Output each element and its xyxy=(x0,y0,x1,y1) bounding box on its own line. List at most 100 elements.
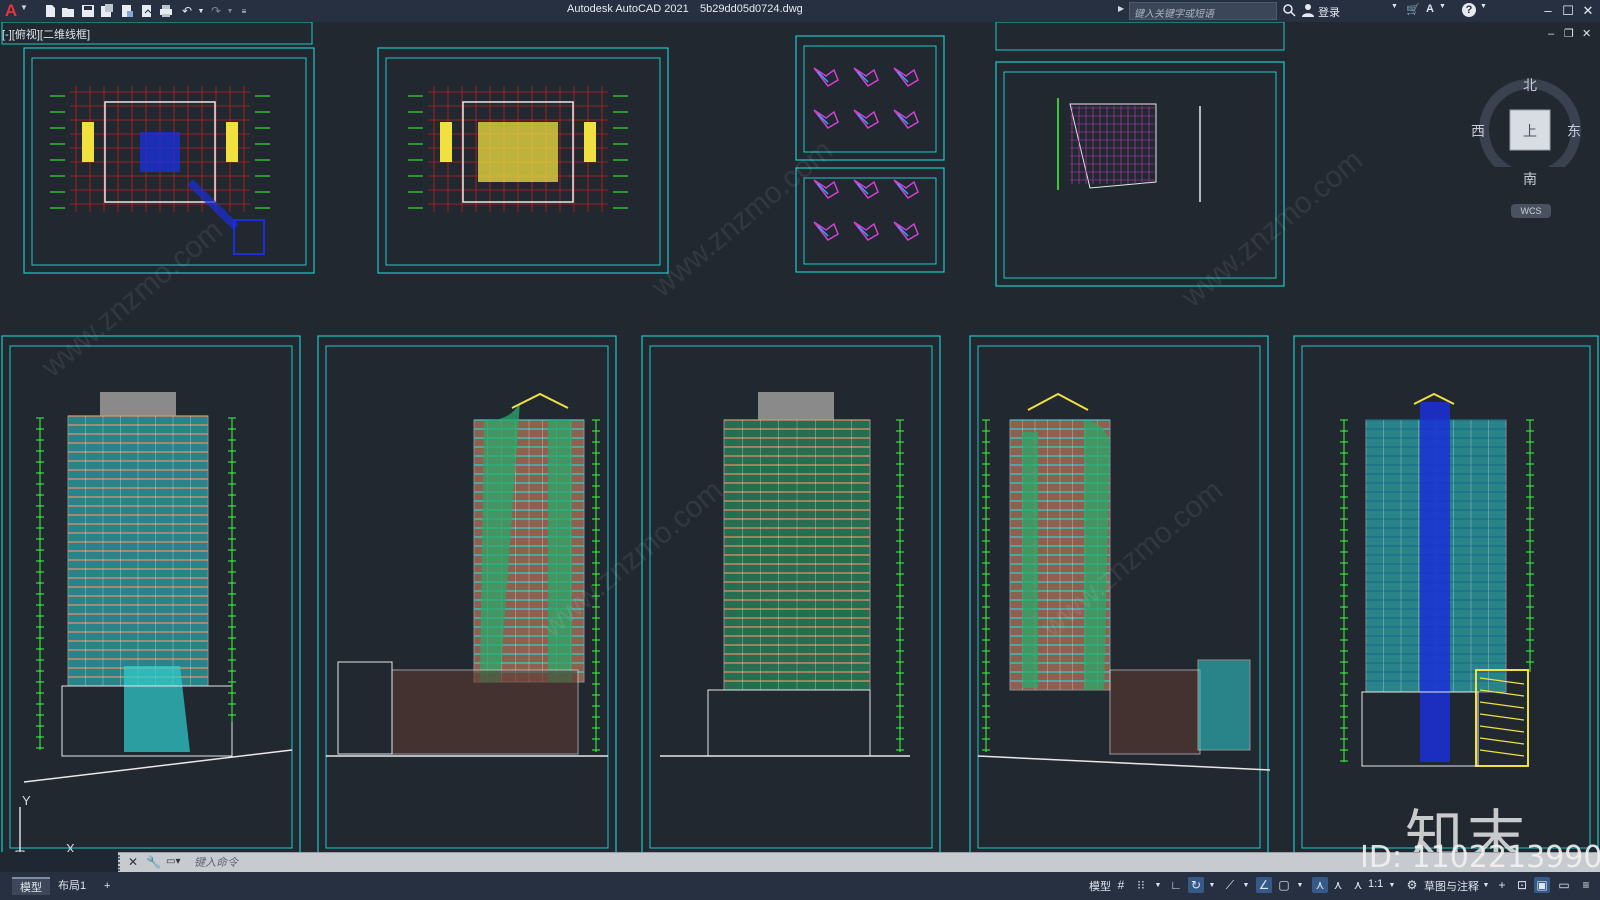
grid-icon[interactable]: # xyxy=(1113,877,1129,893)
ortho-icon[interactable]: ∟ xyxy=(1168,877,1184,893)
annotation-monitor-icon[interactable]: + xyxy=(1494,877,1510,893)
object-snap-dropdown-icon[interactable]: ▼ xyxy=(1292,877,1308,893)
customize-toolbar-icon[interactable]: ≡ xyxy=(236,3,252,19)
stair-line xyxy=(1479,701,1525,709)
drawing-area[interactable]: [-][俯视][二维线框] – ❐ ✕ www.znzmo.com www.zn… xyxy=(0,22,1600,852)
quick-properties-icon[interactable]: ▣ xyxy=(1534,877,1550,893)
detail-drawing xyxy=(813,67,839,87)
detail-drawing xyxy=(813,221,839,241)
detail-drawing xyxy=(853,109,879,129)
autodesk-account-icon[interactable]: A xyxy=(1426,3,1434,15)
recent-commands-icon[interactable]: ▭▾ xyxy=(166,856,180,867)
plot-icon[interactable] xyxy=(158,3,174,19)
minimize-button[interactable]: – xyxy=(1538,1,1558,21)
viewcube-top-face[interactable]: 上 xyxy=(1523,121,1537,141)
autodesk-app-store-icon[interactable]: 🛒 xyxy=(1406,3,1420,16)
save-as-icon[interactable] xyxy=(99,3,115,19)
detail-drawing xyxy=(893,179,919,199)
undo-dropdown-icon[interactable]: ▼ xyxy=(193,3,209,19)
ucs-icon: Y X xyxy=(10,793,80,852)
snap-dropdown-icon[interactable]: ▼ xyxy=(1150,877,1166,893)
object-snap-icon[interactable]: ▢ xyxy=(1276,877,1292,893)
open-from-web-icon[interactable] xyxy=(119,3,135,19)
snap-mode-icon[interactable]: ⁝⁝ xyxy=(1133,877,1149,893)
plan-core xyxy=(478,122,558,182)
open-file-icon[interactable] xyxy=(60,3,76,19)
new-file-icon[interactable] xyxy=(42,3,58,19)
command-close-icon[interactable]: ✕ xyxy=(128,855,138,869)
ground-line xyxy=(23,749,293,783)
drawing-sheets xyxy=(1,22,1599,852)
doc-minimize-button[interactable]: – xyxy=(1548,28,1554,40)
workspace-switch[interactable]: 草图与注释 xyxy=(1424,878,1479,894)
isodraft-icon[interactable]: ⟋ xyxy=(1222,877,1238,893)
clean-screen-icon[interactable]: ▭ xyxy=(1556,877,1572,893)
polar-tracking-icon[interactable]: ↻ xyxy=(1188,877,1204,893)
detail-drawing xyxy=(893,221,919,241)
viewport-controls[interactable]: [-][俯视][二维线框] xyxy=(2,26,90,42)
detail-drawing xyxy=(893,67,919,87)
maximize-button[interactable]: ☐ xyxy=(1558,1,1578,21)
save-icon[interactable] xyxy=(80,3,96,19)
workspace-dropdown-icon[interactable]: ▼ xyxy=(1478,877,1494,893)
units-icon[interactable]: ⊡ xyxy=(1514,877,1530,893)
annotation-scale-value[interactable]: 1:1 xyxy=(1368,878,1383,890)
sign-in-dropdown-icon[interactable]: ▼ xyxy=(1391,3,1398,10)
command-customize-icon[interactable]: 🔧 xyxy=(146,855,161,869)
drawing-sheet-frame xyxy=(795,35,945,161)
roof-structure xyxy=(758,392,834,420)
polar-dropdown-icon[interactable]: ▼ xyxy=(1204,877,1220,893)
annotation-scale-icon[interactable]: ⋏ xyxy=(1350,877,1366,893)
title-bar: A ▼ ↶ ▼ ↷ ▼ ≡ Autodesk AutoCAD 2021 5b29… xyxy=(0,0,1600,22)
stair-line xyxy=(1479,713,1525,721)
workspace-gear-icon[interactable]: ⚙ xyxy=(1404,877,1420,893)
drawing-sheet-frame xyxy=(995,22,1285,51)
wcs-menu-button[interactable]: WCS xyxy=(1511,204,1551,218)
add-layout-button[interactable]: + xyxy=(96,877,118,895)
model-space-toggle[interactable]: 模型 xyxy=(1089,878,1111,894)
podium-main xyxy=(391,669,579,755)
user-icon[interactable] xyxy=(1302,3,1314,17)
save-to-web-icon[interactable] xyxy=(139,3,155,19)
object-snap-tracking-icon[interactable]: ∠ xyxy=(1256,877,1272,893)
plan-ramp xyxy=(187,179,239,230)
view-cube[interactable]: 北 南 东 西 上 WCS xyxy=(1471,57,1585,218)
help-icon[interactable]: ? xyxy=(1462,3,1476,17)
search-expand-icon[interactable]: ▶ xyxy=(1118,4,1124,13)
roof-crown xyxy=(1027,392,1089,411)
account-dropdown-icon[interactable]: ▼ xyxy=(1439,3,1446,10)
tower-blue-core xyxy=(1420,402,1450,762)
detail-drawing xyxy=(813,109,839,129)
viewcube-north[interactable]: 北 xyxy=(1523,75,1537,95)
app-menu-caret-icon[interactable]: ▼ xyxy=(20,3,28,12)
tab-layout1[interactable]: 布局1 xyxy=(50,877,94,895)
search-input[interactable]: 键入关键字或短语 xyxy=(1129,2,1277,20)
plan-room xyxy=(440,122,452,162)
viewcube-east[interactable]: 东 xyxy=(1567,121,1581,141)
plan-detail xyxy=(233,219,265,255)
ground-line xyxy=(977,755,1271,771)
tab-model[interactable]: 模型 xyxy=(12,877,50,895)
annotation-visibility-icon[interactable]: ⋏ xyxy=(1312,877,1328,893)
auto-scale-icon[interactable]: ⋏ xyxy=(1330,877,1346,893)
sign-in-button[interactable]: 登录 xyxy=(1318,4,1340,20)
viewcube-west[interactable]: 西 xyxy=(1471,121,1485,141)
roof-crown xyxy=(511,392,569,409)
roof-structure xyxy=(100,392,176,416)
detail-drawing xyxy=(893,109,919,129)
help-dropdown-icon[interactable]: ▼ xyxy=(1480,3,1487,10)
viewcube-south[interactable]: 南 xyxy=(1523,169,1537,189)
podium-main xyxy=(1109,669,1201,755)
command-line-grip[interactable] xyxy=(118,855,124,871)
ucs-x-label: X xyxy=(66,841,75,852)
isodraft-dropdown-icon[interactable]: ▼ xyxy=(1238,877,1254,893)
autocad-logo-icon[interactable]: A xyxy=(2,1,20,21)
scale-dropdown-icon[interactable]: ▼ xyxy=(1384,877,1400,893)
plan-core xyxy=(140,132,180,172)
doc-close-button[interactable]: ✕ xyxy=(1582,27,1591,40)
doc-restore-button[interactable]: ❐ xyxy=(1564,27,1574,40)
tower-green-band xyxy=(548,420,572,682)
customization-menu-icon[interactable]: ≡ xyxy=(1578,877,1594,893)
search-icon[interactable] xyxy=(1282,3,1296,17)
close-button[interactable]: ✕ xyxy=(1578,1,1598,21)
